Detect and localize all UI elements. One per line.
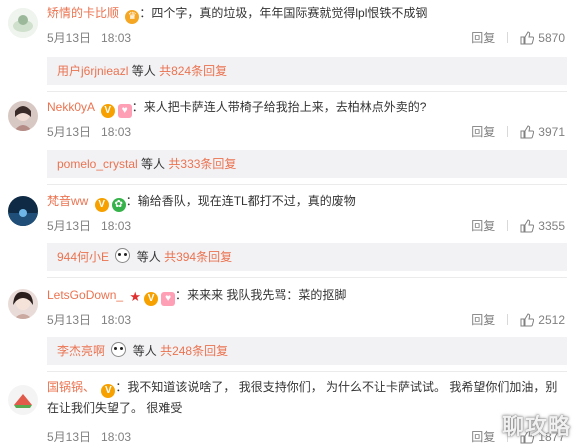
panda-emoji-icon: [111, 342, 127, 357]
reply-summary[interactable]: pomelo_crystal 等人 共333条回复: [47, 150, 567, 178]
reply-user[interactable]: 944何小E: [57, 250, 109, 264]
comment-line: 梵音ww V ✿ ：输给香队，现在连TL都打不过，真的废物: [47, 194, 356, 212]
reply-etc: 等人: [132, 344, 157, 358]
username[interactable]: 国锅锅、: [47, 380, 95, 394]
like-count: 2512: [538, 313, 565, 327]
vip-badge-icon: V: [144, 292, 159, 306]
like-count: 3971: [538, 125, 565, 139]
reply-button[interactable]: 回复: [471, 313, 495, 327]
green-badge-icon: ✿: [111, 198, 126, 212]
comment-date: 5月13日: [47, 31, 92, 45]
divider: [47, 184, 567, 185]
avatar-image: [8, 289, 38, 319]
comment-text: 来人把卡萨连人带椅子给我抬上来，去柏林点外卖的?: [143, 100, 427, 114]
reply-button[interactable]: 回复: [471, 31, 495, 45]
vip-badge-icon: V: [94, 198, 109, 212]
comment-line: 矫情的卡比顺 ♛ ：四个字，真的垃圾，年年国际赛就觉得lpl恨铁不成钢: [47, 6, 428, 24]
comment-meta: 5月13日 18:03: [47, 123, 141, 140]
avatar[interactable]: [8, 385, 38, 415]
reply-total-link[interactable]: 共248条回复: [160, 344, 228, 358]
divider: [47, 277, 567, 278]
comment-date: 5月13日: [47, 125, 92, 139]
comment-meta: 5月13日 18:03: [47, 29, 141, 46]
crown-badge-icon: ♛: [125, 10, 140, 24]
star-badge-icon: ★: [129, 289, 142, 304]
reply-button[interactable]: 回复: [471, 219, 495, 233]
comment-text: 四个字，真的垃圾，年年国际赛就觉得lpl恨铁不成钢: [151, 6, 428, 20]
divider: [507, 314, 509, 325]
comment-meta: 5月13日 18:03: [47, 311, 141, 328]
reply-user[interactable]: 用户j6rjnieazl: [57, 64, 128, 78]
avatar[interactable]: [8, 101, 38, 131]
thumbs-up-icon[interactable]: [520, 31, 535, 45]
thumbs-up-icon[interactable]: [520, 125, 535, 139]
reply-total-link[interactable]: 共333条回复: [168, 157, 236, 171]
username[interactable]: LetsGoDown_: [47, 288, 123, 302]
comment-actions: 回复 3355: [471, 217, 565, 234]
comment-line: 国锅锅、 V ：我不知道该说啥了， 我很支持你们， 为什么不让卡萨试试。 我希望你…: [47, 380, 558, 415]
comment-actions: 回复 2512: [471, 311, 565, 328]
comment-meta: 5月13日 18:03: [47, 428, 141, 445]
comment-time: 18:03: [101, 430, 132, 444]
comment-time: 18:03: [101, 313, 132, 327]
thumbs-up-icon[interactable]: [520, 219, 535, 233]
watermark: 聊攻略: [501, 414, 571, 439]
username[interactable]: 矫情的卡比顺: [47, 6, 119, 20]
divider: [507, 126, 509, 137]
fan-badge-icon: ♥: [117, 104, 132, 118]
comment-date: 5月13日: [47, 219, 92, 233]
vip-badge-icon: V: [101, 384, 116, 398]
reply-summary[interactable]: 用户j6rjnieazl 等人 共824条回复: [47, 57, 567, 85]
reply-user[interactable]: 李杰亮啊: [57, 344, 105, 358]
comment-text: 输给香队，现在连TL都打不过，真的废物: [137, 194, 356, 208]
comment-time: 18:03: [101, 125, 132, 139]
username[interactable]: Nekk0yA: [47, 100, 94, 114]
reply-summary[interactable]: 944何小E 等人 共394条回复: [47, 243, 567, 271]
comment-line: Nekk0yA V ♥ ：来人把卡萨连人带椅子给我抬上来，去柏林点外卖的?: [47, 100, 427, 118]
avatar-image: [8, 385, 38, 415]
reply-user[interactable]: pomelo_crystal: [57, 157, 138, 171]
fan-badge-icon: ♥: [161, 292, 176, 306]
comment-actions: 回复 3971: [471, 123, 565, 140]
comment-meta: 5月13日 18:03: [47, 217, 141, 234]
reply-etc: 等人: [136, 250, 161, 264]
reply-total-link[interactable]: 共824条回复: [159, 64, 227, 78]
reply-total-link[interactable]: 共394条回复: [164, 250, 232, 264]
comment-time: 18:03: [101, 219, 132, 233]
comment-date: 5月13日: [47, 313, 92, 327]
avatar[interactable]: [8, 289, 38, 319]
avatar[interactable]: [8, 8, 38, 38]
divider: [507, 220, 509, 231]
avatar[interactable]: [8, 196, 38, 226]
username[interactable]: 梵音ww: [47, 194, 88, 208]
reply-summary[interactable]: 李杰亮啊 等人 共248条回复: [47, 337, 567, 365]
thumbs-up-icon[interactable]: [520, 313, 535, 327]
panda-emoji-icon: [115, 248, 131, 263]
reply-etc: 等人: [131, 64, 156, 78]
avatar-image: [8, 196, 38, 226]
comment-actions: 回复 5870: [471, 29, 565, 46]
avatar-image: [8, 101, 38, 131]
divider: [47, 91, 567, 92]
like-count: 5870: [538, 31, 565, 45]
divider: [47, 371, 567, 372]
reply-button[interactable]: 回复: [471, 125, 495, 139]
comment-line: LetsGoDown_ ★ V ♥ ：来来来 我队我先骂：菜的抠脚: [47, 288, 347, 306]
vip-badge-icon: V: [100, 104, 115, 118]
comment-date: 5月13日: [47, 430, 92, 444]
reply-button[interactable]: 回复: [471, 430, 495, 444]
comment-text: 来来来 我队我先骂：菜的抠脚: [187, 288, 347, 302]
like-count: 3355: [538, 219, 565, 233]
divider: [507, 32, 509, 43]
reply-etc: 等人: [141, 157, 166, 171]
avatar-image: [8, 8, 38, 38]
comment-time: 18:03: [101, 31, 132, 45]
